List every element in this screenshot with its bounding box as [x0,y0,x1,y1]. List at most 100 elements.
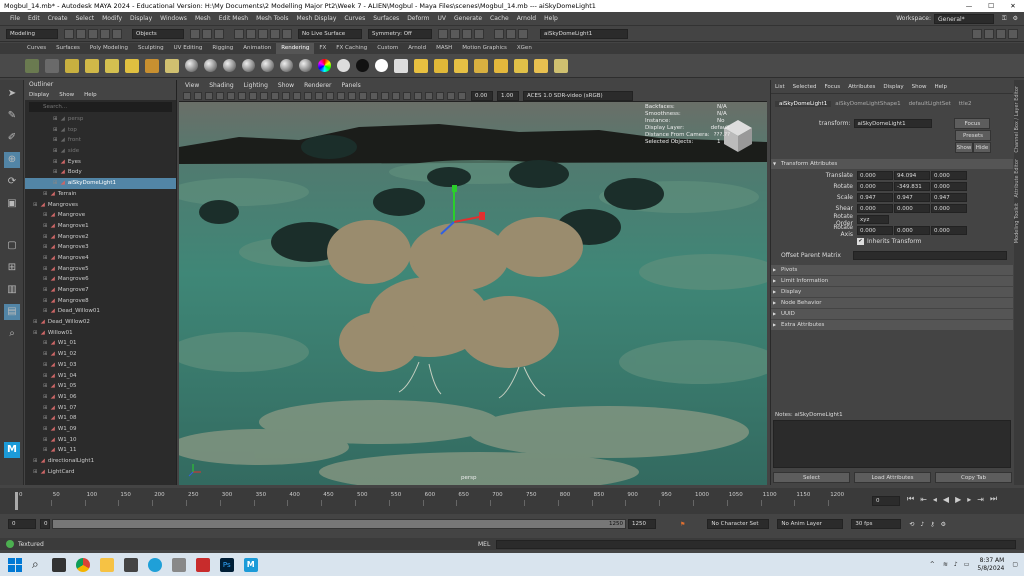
expand-icon[interactable]: ⊞ [53,180,58,186]
ambient-occlusion-icon[interactable] [381,91,389,100]
bookmarks-icon[interactable] [216,91,224,100]
photoshop-icon[interactable]: Ps [219,557,234,572]
menu-select[interactable]: Select [76,15,95,22]
transform-attributes-section[interactable]: Transform Attributes [771,159,1013,169]
lock-camera-icon[interactable] [194,91,202,100]
expand-icon[interactable]: ⊞ [43,212,48,218]
edge-icon[interactable] [147,557,162,572]
menu-create[interactable]: Create [48,15,68,22]
app-icon[interactable] [123,557,138,572]
outliner-item[interactable]: ⊞ ◢ aiSkyDomeLight1 [25,178,176,189]
rotate-axis-y[interactable]: 0.000 [894,226,930,235]
outliner-item[interactable]: ⊞ ◢ front [25,135,176,146]
outliner-item[interactable]: ⊞ ◢ Mangrove7 [25,285,176,296]
maya-taskbar-icon[interactable]: M [243,557,258,572]
outliner-menu-show[interactable]: Show [59,90,74,100]
ae-tab[interactable]: aiSkyDomeLightShape1 [831,101,904,107]
outliner-item[interactable]: ⊞ ◢ persp [25,114,176,125]
exposure-field[interactable]: 0.00 [471,90,493,101]
move-tool-icon[interactable]: ⊕ [4,152,20,168]
playhead[interactable] [15,492,18,510]
step-back-key-icon[interactable]: ⇤ [920,495,927,504]
viewport-menu-shading[interactable]: Shading [209,82,233,89]
close-button[interactable]: ✕ [1002,2,1024,10]
expand-icon[interactable]: ⊞ [43,266,48,272]
ae-tab[interactable]: aiSkyDomeLight1 [775,101,832,107]
outliner-item[interactable]: ⊞ ◢ W1_08 [25,413,176,424]
material-sphere-icon[interactable] [299,59,312,72]
viewport-menu-view[interactable]: View [185,82,199,89]
checker-sphere-icon[interactable] [337,59,350,72]
shelf-light-icon[interactable] [434,58,448,73]
ae-section-node-behavior[interactable]: Node Behavior [771,298,1013,308]
shelf-tab-motion-graphics[interactable]: Motion Graphics [457,43,512,54]
material-sphere-icon[interactable] [185,59,198,72]
shelf-tab-fx-caching[interactable]: FX Caching [331,43,372,54]
app-icon[interactable] [171,557,186,572]
menu-modify[interactable]: Modify [102,15,122,22]
shelf-tool-icon[interactable] [394,58,408,73]
select-button[interactable]: Select [773,472,850,483]
chrome-icon[interactable] [75,557,90,572]
clock-date[interactable]: 5/8/2024 [977,565,1004,573]
shelf-tool-icon[interactable] [85,58,99,73]
current-frame-field[interactable]: 0 [872,496,900,506]
new-scene-icon[interactable] [64,28,74,39]
minimize-button[interactable]: — [958,2,980,10]
expand-icon[interactable]: ⊞ [53,137,58,143]
outliner-item[interactable]: ⊞ ◢ W1_06 [25,392,176,403]
outliner-item[interactable]: ⊞ ◢ W1_04 [25,371,176,382]
ae-menu-help[interactable]: Help [934,84,947,90]
objects-dropdown[interactable]: Objects [132,28,184,39]
end-frame-field[interactable]: 1250 [628,519,656,529]
camera-attributes-icon[interactable] [205,91,213,100]
expand-icon[interactable]: ⊞ [53,169,58,175]
expand-icon[interactable]: ⊞ [43,351,48,357]
attr-field[interactable]: 0.000 [931,171,967,180]
viewport-menu-lighting[interactable]: Lighting [244,82,268,89]
menu-help[interactable]: Help [544,15,558,22]
step-forward-key-icon[interactable]: ⇥ [977,495,984,504]
shelf-light-icon[interactable] [414,58,428,73]
outliner-item[interactable]: ⊞ ◢ Dead_Willow02 [25,317,176,328]
expand-icon[interactable]: ⊞ [43,340,48,346]
hide-button[interactable]: Hide [973,142,991,153]
redo-icon[interactable] [112,28,122,39]
gate-mask-icon[interactable] [271,91,279,100]
key-icon[interactable]: ⚷ [930,521,934,528]
field-chart-icon[interactable] [282,91,290,100]
viewport-menu-show[interactable]: Show [278,82,294,89]
menu-file[interactable]: File [10,15,20,22]
white-sphere-icon[interactable] [375,59,388,72]
expand-icon[interactable]: ⊞ [43,394,48,400]
rotate-axis-x[interactable]: 0.000 [857,226,893,235]
open-scene-icon[interactable] [76,28,86,39]
fps-dropdown[interactable]: 30 fps [851,519,902,529]
outliner-item[interactable]: ⊞ ◢ side [25,146,176,157]
outliner-item[interactable]: ⊞ ◢ W1_10 [25,435,176,446]
start-icon[interactable] [8,557,22,572]
select-hierarchy-icon[interactable] [190,28,200,39]
menu-deform[interactable]: Deform [407,15,429,22]
menu-generate[interactable]: Generate [454,15,482,22]
copy-tab-button[interactable]: Copy Tab [935,472,1012,483]
expand-icon[interactable]: ⊞ [43,234,48,240]
outliner-item[interactable]: ⊞ ◢ Terrain [25,189,176,200]
snap-point-icon[interactable] [258,28,268,39]
shelf-tool-icon[interactable] [65,58,79,73]
shelf-tool-icon[interactable] [554,58,568,73]
menu-curves[interactable]: Curves [344,15,365,22]
outliner-item[interactable]: ⊞ ◢ W1_02 [25,349,176,360]
go-start-icon[interactable]: ⏮ [907,494,914,504]
motion-blur-icon[interactable] [392,91,400,100]
expand-icon[interactable]: ⊞ [33,469,38,475]
shelf-light-icon[interactable] [514,58,528,73]
settings-icon[interactable]: ⚙ [1013,15,1018,22]
use-lights-icon[interactable] [359,91,367,100]
ae-tab[interactable]: ttle2 [955,101,976,107]
outliner-item[interactable]: ⊞ ◢ Willow01 [25,328,176,339]
material-sphere-icon[interactable] [204,59,217,72]
outliner-item[interactable]: ⊞ ◢ W1_03 [25,360,176,371]
ae-section-uuid[interactable]: UUID [771,309,1013,319]
battery-icon[interactable]: ▭ [964,561,970,568]
